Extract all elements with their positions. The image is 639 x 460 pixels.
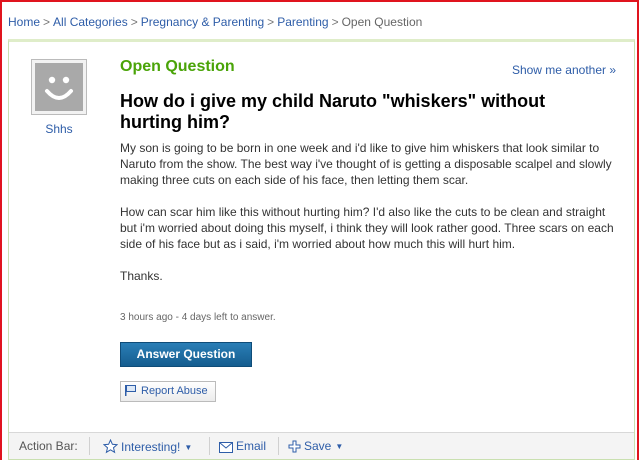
show-another-link[interactable]: Show me another » bbox=[512, 63, 616, 77]
question-paragraph: How can scar him like this without hurti… bbox=[120, 205, 614, 251]
interesting-button[interactable]: Interesting! ▼ bbox=[102, 438, 193, 454]
report-abuse-button[interactable]: Report Abuse bbox=[120, 381, 216, 402]
breadcrumb: Home > All Categories > Pregnancy & Parentin… bbox=[8, 15, 422, 29]
question-panel: Shhs Open Question Show me another » How… bbox=[8, 39, 635, 460]
question-body: My son is going to be born in one week a… bbox=[120, 140, 617, 300]
username-link[interactable]: Shhs bbox=[31, 122, 87, 136]
action-bar: Action Bar: Interesting! ▼ Email Save ▼ bbox=[9, 432, 634, 459]
divider bbox=[278, 437, 279, 455]
report-abuse-label: Report Abuse bbox=[141, 385, 208, 397]
answer-question-button[interactable]: Answer Question bbox=[120, 342, 252, 367]
action-bar-label: Action Bar: bbox=[19, 439, 78, 453]
avatar[interactable] bbox=[31, 59, 87, 115]
breadcrumb-current: Open Question bbox=[341, 15, 423, 29]
breadcrumb-separator: > bbox=[267, 15, 275, 29]
breadcrumb-home[interactable]: Home bbox=[8, 15, 40, 29]
smiley-avatar-icon bbox=[35, 63, 83, 111]
plus-icon bbox=[288, 440, 301, 453]
breadcrumb-separator: > bbox=[43, 15, 51, 29]
dropdown-caret-icon: ▼ bbox=[184, 443, 193, 452]
save-label: Save bbox=[304, 439, 332, 453]
breadcrumb-pregnancy-parenting[interactable]: Pregnancy & Parenting bbox=[141, 15, 264, 29]
question-meta: 3 hours ago - 4 days left to answer. bbox=[120, 312, 276, 323]
breadcrumb-parenting[interactable]: Parenting bbox=[277, 15, 328, 29]
dropdown-caret-icon: ▼ bbox=[335, 442, 344, 451]
star-icon bbox=[102, 438, 119, 454]
email-button[interactable]: Email bbox=[219, 439, 266, 453]
breadcrumb-separator: > bbox=[130, 15, 138, 29]
email-label: Email bbox=[236, 439, 267, 453]
divider bbox=[89, 437, 90, 455]
question-paragraph: My son is going to be born in one week a… bbox=[120, 141, 612, 187]
question-status: Open Question bbox=[120, 58, 235, 75]
envelope-icon bbox=[219, 442, 233, 453]
breadcrumb-separator: > bbox=[331, 15, 339, 29]
question-paragraph: Thanks. bbox=[120, 269, 163, 283]
question-title: How do i give my child Naruto "whiskers"… bbox=[120, 91, 546, 132]
breadcrumb-all-categories[interactable]: All Categories bbox=[53, 15, 128, 29]
interesting-label: Interesting! bbox=[121, 440, 181, 454]
divider bbox=[209, 437, 210, 455]
save-button[interactable]: Save ▼ bbox=[288, 439, 343, 453]
flag-icon bbox=[125, 385, 136, 396]
